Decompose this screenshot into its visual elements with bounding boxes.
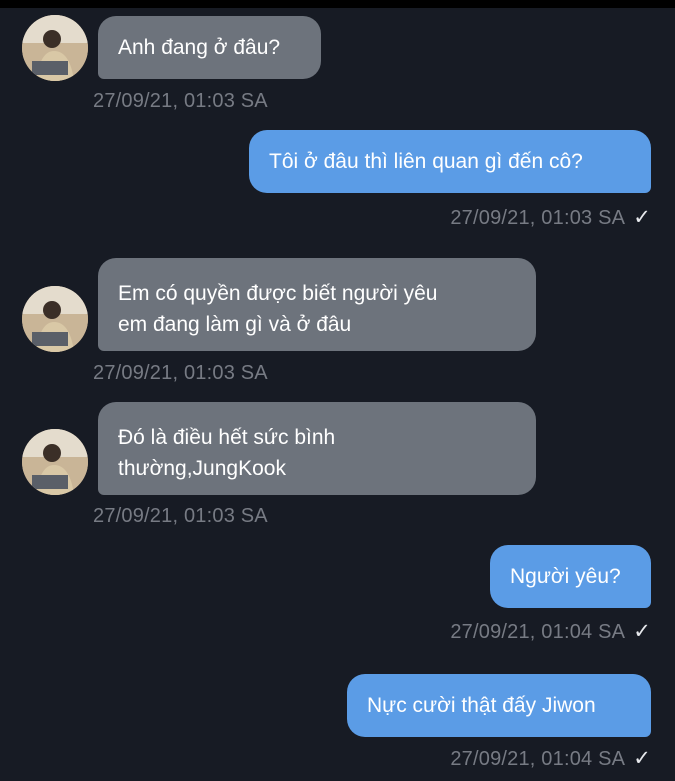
check-icon: ✓ (633, 206, 651, 229)
message-timestamp: 27/09/21, 01:03 SA (93, 505, 268, 527)
message-bubble-outgoing[interactable]: Nực cười thật đấy Jiwon (347, 674, 651, 737)
message-timestamp: 27/09/21, 01:03 SA (450, 207, 626, 229)
message-timestamp: 27/09/21, 01:03 SA (93, 90, 268, 112)
check-icon: ✓ (633, 747, 651, 770)
top-bar (0, 0, 675, 8)
contact-avatar[interactable] (22, 429, 88, 495)
message-meta: 27/09/21, 01:03 SA ✓ (450, 205, 651, 230)
message-bubble-incoming[interactable]: Đó là điều hết sức bình thường,JungKook (98, 402, 536, 495)
message-bubble-incoming[interactable]: Anh đang ở đâu? (98, 16, 321, 79)
message-bubble-outgoing[interactable]: Tôi ở đâu thì liên quan gì đến cô? (249, 130, 651, 193)
check-icon: ✓ (633, 620, 651, 643)
message-meta: 27/09/21, 01:04 SA ✓ (450, 619, 651, 644)
message-timestamp: 27/09/21, 01:03 SA (93, 362, 268, 384)
contact-avatar[interactable] (22, 286, 88, 352)
message-bubble-incoming[interactable]: Em có quyền được biết người yêu em đang … (98, 258, 536, 351)
message-timestamp: 27/09/21, 01:04 SA (450, 748, 626, 770)
message-timestamp: 27/09/21, 01:04 SA (450, 621, 626, 643)
message-meta: 27/09/21, 01:04 SA ✓ (450, 746, 651, 771)
contact-avatar[interactable] (22, 15, 88, 81)
message-bubble-outgoing[interactable]: Người yêu? (490, 545, 651, 608)
